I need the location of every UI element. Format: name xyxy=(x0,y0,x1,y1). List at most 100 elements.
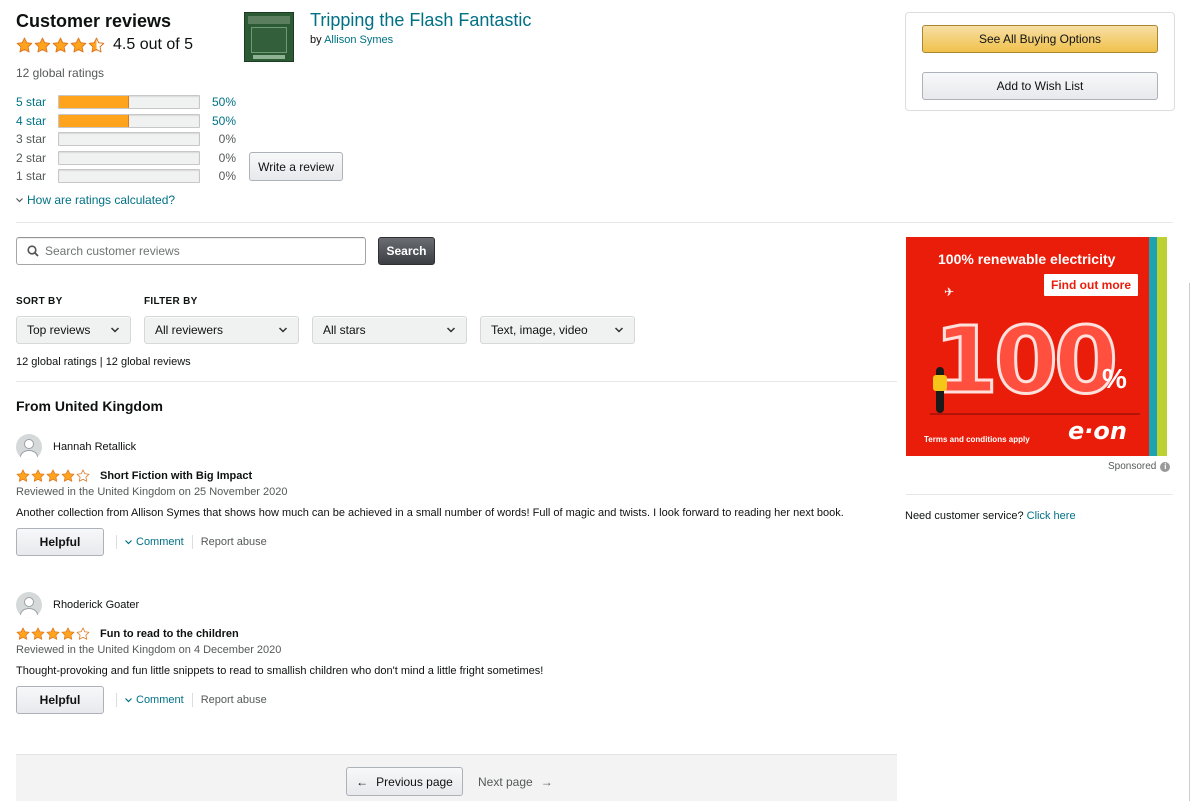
histogram-bar[interactable] xyxy=(58,113,200,128)
scrollbar[interactable] xyxy=(1189,283,1190,801)
previous-page-button[interactable]: ← Previous page xyxy=(346,767,463,796)
comment-text[interactable]: Comment xyxy=(136,694,184,706)
average-rating: 4.5 out of 5 xyxy=(16,36,256,54)
format-filter-dropdown[interactable]: Text, image, video xyxy=(480,316,635,344)
author-link[interactable]: Allison Symes xyxy=(324,34,393,46)
next-page-button[interactable]: Next page → xyxy=(478,767,553,796)
arrow-right-icon: → xyxy=(540,774,553,789)
global-ratings-count: 12 global ratings xyxy=(16,66,105,80)
reviewer-name[interactable]: Rhoderick Goater xyxy=(53,599,139,611)
histogram-percent: 0% xyxy=(218,132,236,147)
reviewer-name[interactable]: Hannah Retallick xyxy=(53,441,136,453)
histogram-bar[interactable] xyxy=(58,95,200,110)
ad-percent-sign: % xyxy=(1102,363,1127,394)
review-search-box[interactable] xyxy=(16,237,366,265)
how-ratings-calculated-link[interactable]: How are ratings calculated? xyxy=(16,193,175,207)
search-icon xyxy=(27,245,39,257)
report-abuse-link[interactable]: Report abuse xyxy=(201,536,267,548)
star-filter-dropdown[interactable]: All stars xyxy=(312,316,467,344)
separator xyxy=(191,693,193,707)
comment-text[interactable]: Comment xyxy=(136,536,184,548)
customer-service-text: Need customer service? xyxy=(905,510,1024,522)
how-calculated-text[interactable]: How are ratings calculated? xyxy=(27,193,175,207)
review-body: Thought-provoking and fun little snippet… xyxy=(16,665,544,677)
sponsored-label[interactable]: Sponsored i xyxy=(1108,461,1171,472)
separator xyxy=(116,693,117,707)
average-rating-text: 4.5 out of 5 xyxy=(113,36,194,53)
comment-link[interactable]: Comment xyxy=(125,694,184,706)
comment-link[interactable]: Comment xyxy=(125,536,184,548)
ad-big-number: 100 xyxy=(932,307,1119,414)
chevron-down-icon xyxy=(278,327,288,333)
search-button[interactable]: Search xyxy=(378,237,435,265)
chevron-down-icon xyxy=(110,327,120,333)
previous-page-label: Previous page xyxy=(376,774,453,789)
product-thumbnail[interactable] xyxy=(244,12,294,62)
histogram-percent[interactable]: 50% xyxy=(200,95,236,109)
histogram-label: 2 star xyxy=(16,150,47,165)
ratings-reviews-count: 12 global ratings | 12 global reviews xyxy=(16,356,191,368)
review-stars-icon[interactable] xyxy=(16,627,90,641)
star-full-icon xyxy=(46,469,60,482)
customer-reviews-heading: Customer reviews xyxy=(16,11,172,31)
review-actions: Helpful Comment Report abuse xyxy=(16,686,886,714)
review-stars-icon[interactable] xyxy=(16,469,90,483)
see-all-buying-options-button[interactable]: See All Buying Options xyxy=(922,25,1158,53)
review-item: Hannah Retallick Short Fiction with Big … xyxy=(16,434,886,556)
histogram-percent: 0% xyxy=(218,169,236,184)
review-date: Reviewed in the United Kingdom on 4 Dece… xyxy=(16,644,282,656)
histogram-row-4[interactable]: 4 star 50% xyxy=(16,112,236,131)
separator xyxy=(116,535,117,549)
histogram-label[interactable]: 5 star xyxy=(16,95,58,109)
review-item: Rhoderick Goater Fun to read to the chil… xyxy=(16,592,886,714)
report-abuse-link[interactable]: Report abuse xyxy=(201,694,267,706)
separator xyxy=(191,535,193,549)
rating-histogram: 5 star 50% 4 star 50% 3 star 0% 2 star 0… xyxy=(16,93,236,186)
star-full-icon xyxy=(61,627,75,640)
sort-dropdown[interactable]: Top reviews xyxy=(16,316,131,344)
reviewer-filter-dropdown[interactable]: All reviewers xyxy=(144,316,299,344)
divider xyxy=(16,381,897,382)
histogram-row-5[interactable]: 5 star 50% xyxy=(16,93,236,112)
airplane-icon: ✈ xyxy=(944,285,955,299)
star-full-icon xyxy=(34,37,51,52)
write-review-button[interactable]: Write a review xyxy=(249,152,343,181)
ratings-summary: Customer reviews 4.5 out of 5 12 global … xyxy=(16,10,256,80)
filter-by-label: FILTER BY xyxy=(144,296,198,307)
customer-service-link[interactable]: Click here xyxy=(1027,510,1076,522)
sponsored-ad-banner[interactable]: 100% renewable electricity Find out more… xyxy=(906,237,1167,456)
star-full-icon xyxy=(70,37,87,52)
add-to-wish-list-button[interactable]: Add to Wish List xyxy=(922,72,1158,100)
review-title-link[interactable]: Fun to read to the children xyxy=(100,628,239,640)
avatar-icon[interactable] xyxy=(16,434,42,460)
reviewer-profile[interactable]: Rhoderick Goater xyxy=(16,592,886,618)
reviewer-filter-selected: All reviewers xyxy=(155,323,224,337)
helpful-button[interactable]: Helpful xyxy=(16,686,104,714)
review-title-link[interactable]: Short Fiction with Big Impact xyxy=(100,470,252,482)
ad-terms-text: Terms and conditions apply xyxy=(924,435,1030,444)
histogram-label[interactable]: 4 star xyxy=(16,114,58,128)
divider xyxy=(906,494,1173,495)
product-title-link[interactable]: Tripping the Flash Fantastic xyxy=(310,10,531,31)
histogram-row-1: 1 star 0% xyxy=(16,167,236,186)
chevron-down-icon xyxy=(614,327,624,333)
format-filter-selected: Text, image, video xyxy=(491,323,588,337)
reviewer-profile[interactable]: Hannah Retallick xyxy=(16,434,886,460)
divider xyxy=(16,222,1173,223)
search-input[interactable] xyxy=(45,244,365,258)
histogram-bar xyxy=(58,132,200,147)
star-empty-icon xyxy=(76,627,90,640)
histogram-row-3: 3 star 0% xyxy=(16,130,236,149)
star-filter-selected: All stars xyxy=(323,323,366,337)
star-full-icon xyxy=(31,627,45,640)
star-full-icon xyxy=(16,37,33,52)
info-icon[interactable]: i xyxy=(1160,461,1171,472)
histogram-row-2: 2 star 0% xyxy=(16,149,236,168)
helpful-button[interactable]: Helpful xyxy=(16,528,104,556)
avatar-icon[interactable] xyxy=(16,592,42,618)
histogram-percent[interactable]: 50% xyxy=(200,114,236,128)
ad-find-out-more-button[interactable]: Find out more xyxy=(1044,274,1138,296)
chevron-down-icon xyxy=(446,327,456,333)
star-half-icon xyxy=(88,37,105,52)
person-figure-icon xyxy=(933,367,947,413)
